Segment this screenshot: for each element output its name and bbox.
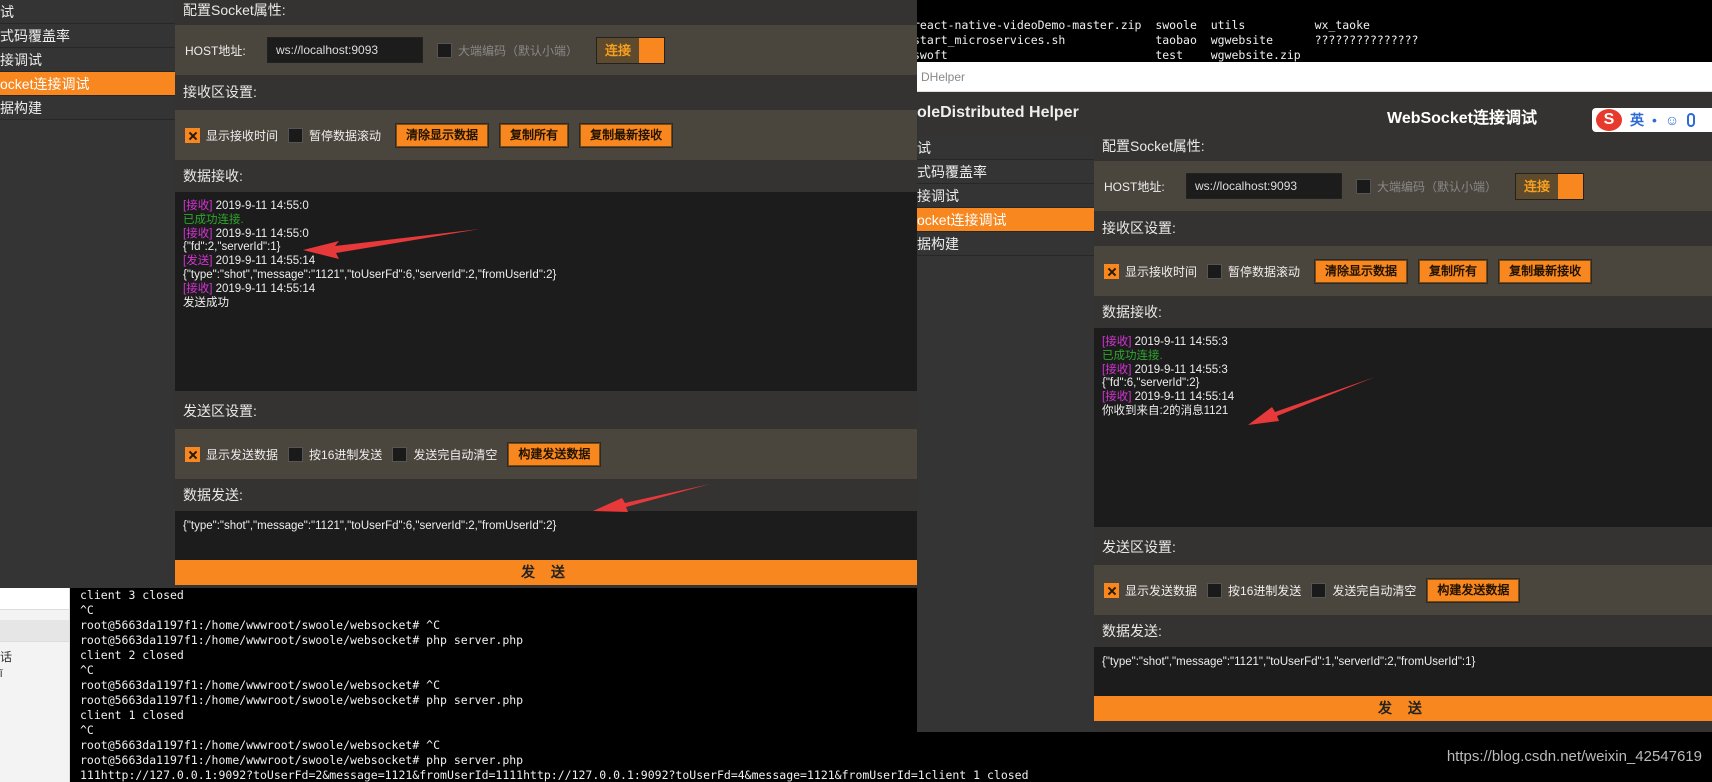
arrow-left-send [593, 484, 710, 512]
arrow-left-recv [303, 229, 480, 259]
annotation-arrows [303, 229, 1375, 512]
arrow-right-recv [1248, 377, 1375, 425]
